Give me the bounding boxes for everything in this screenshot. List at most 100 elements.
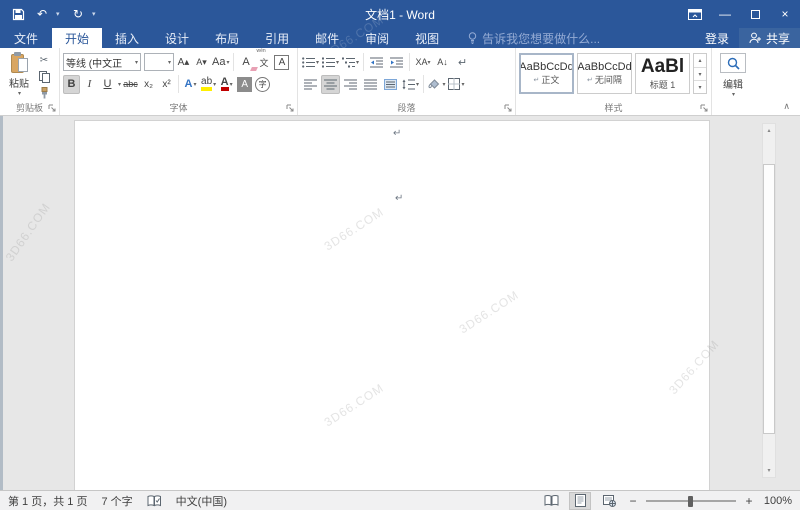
redo-button[interactable]: ↻ <box>68 3 88 25</box>
sort-button[interactable]: A↓ <box>433 53 452 72</box>
tab-insert[interactable]: 插入 <box>102 28 152 48</box>
underline-button[interactable]: U <box>99 75 116 94</box>
align-center-icon <box>324 79 337 90</box>
show-hide-marks-button[interactable]: ↵ <box>453 53 472 72</box>
shrink-font-button[interactable]: A▾ <box>193 53 210 72</box>
align-right-button[interactable] <box>341 75 360 94</box>
font-name-combo[interactable]: 等线 (中文正 ▾ <box>63 53 141 71</box>
word-count[interactable]: 7 个字 <box>101 493 132 509</box>
justify-button[interactable] <box>361 75 380 94</box>
clear-formatting-button[interactable]: A <box>237 53 254 72</box>
tab-file[interactable]: 文件 <box>0 28 52 48</box>
underline-dropdown-icon[interactable]: ▾ <box>118 81 121 88</box>
zoom-level[interactable]: 100% <box>762 495 792 507</box>
scrollbar-thumb[interactable] <box>763 164 775 434</box>
decrease-indent-button[interactable] <box>367 53 386 72</box>
italic-button[interactable]: I <box>81 75 98 94</box>
tab-review[interactable]: 审阅 <box>352 28 402 48</box>
print-layout-icon[interactable] <box>569 492 591 510</box>
align-center-button[interactable] <box>321 75 340 94</box>
character-shading-button[interactable]: A <box>236 75 253 94</box>
clipboard-group: 粘贴 ▾ ✂ 剪贴板 <box>0 48 60 115</box>
change-case-button[interactable]: Aa▾ <box>211 53 230 72</box>
find-button[interactable] <box>720 53 746 73</box>
minimize-button[interactable]: — <box>710 0 740 28</box>
editing-group-button-label[interactable]: 编辑 <box>723 76 743 91</box>
language-indicator[interactable]: 中文(中国) <box>176 493 227 509</box>
share-button[interactable]: 共享 <box>739 28 800 48</box>
bold-button[interactable]: B <box>63 75 80 94</box>
align-left-button[interactable] <box>301 75 320 94</box>
format-painter-icon[interactable] <box>35 85 53 100</box>
character-border-button[interactable]: A <box>273 53 290 72</box>
style-normal[interactable]: AaBbCcDd ↵正文 <box>519 53 574 94</box>
font-dialog-launcher-icon[interactable] <box>286 104 295 113</box>
undo-button[interactable]: ↶ <box>32 3 52 25</box>
style-paragraph-mark: ↵ <box>534 76 540 84</box>
close-button[interactable]: × <box>770 0 800 28</box>
style-heading1[interactable]: AaBl 标题 1 <box>635 53 690 94</box>
paste-button[interactable]: 粘贴 ▾ <box>3 51 35 100</box>
account-area: 登录 共享 <box>695 28 800 48</box>
maximize-button[interactable] <box>740 0 770 28</box>
tab-mailings[interactable]: 邮件 <box>302 28 352 48</box>
style-preview: AaBbCcDd <box>577 61 631 73</box>
tab-home[interactable]: 开始 <box>52 28 102 48</box>
web-layout-icon[interactable] <box>598 492 620 510</box>
phonetic-guide-button[interactable]: wén文 <box>255 53 272 72</box>
style-no-spacing[interactable]: AaBbCcDd ↵无间隔 <box>577 53 632 94</box>
customize-qat-icon[interactable]: ▾ <box>92 10 100 18</box>
shading-button[interactable]: ▾ <box>427 75 446 94</box>
text-effects-button[interactable]: A▾ <box>182 75 199 94</box>
zoom-slider[interactable] <box>646 494 736 508</box>
style-row-down-icon[interactable]: ▾ <box>694 67 706 80</box>
highlight-button[interactable]: ab▾ <box>200 75 217 94</box>
zoom-out-button[interactable]: − <box>627 494 639 508</box>
page-indicator[interactable]: 第 1 页，共 1 页 <box>8 493 87 509</box>
read-mode-icon[interactable] <box>540 492 562 510</box>
paste-label: 粘贴 <box>9 75 29 90</box>
sign-in-button[interactable]: 登录 <box>695 30 739 47</box>
superscript-button[interactable]: x² <box>158 75 175 94</box>
tab-references[interactable]: 引用 <box>252 28 302 48</box>
paragraph-dialog-launcher-icon[interactable] <box>504 104 513 113</box>
save-icon[interactable] <box>8 3 28 25</box>
style-gallery-more-icon[interactable]: ▾ <box>694 80 706 93</box>
tab-layout[interactable]: 布局 <box>202 28 252 48</box>
asian-layout-button[interactable]: X A▾ <box>413 53 432 72</box>
styles-group-label: 样式 <box>516 101 711 114</box>
line-spacing-button[interactable]: ▾ <box>401 75 420 94</box>
font-size-combo[interactable]: ▾ <box>144 53 174 71</box>
style-row-up-icon[interactable]: ▴ <box>694 54 706 67</box>
styles-dialog-launcher-icon[interactable] <box>700 104 709 113</box>
numbering-button[interactable]: ▾ <box>321 53 340 72</box>
copy-icon[interactable] <box>35 69 53 84</box>
subscript-button[interactable]: x₂ <box>140 75 157 94</box>
shading-dropdown-icon: ▾ <box>442 81 445 88</box>
document-page[interactable]: ↵ ↵ <box>74 120 710 490</box>
editing-dropdown-icon[interactable]: ▾ <box>732 91 735 98</box>
cut-icon[interactable]: ✂ <box>35 53 53 68</box>
tab-view[interactable]: 视图 <box>402 28 452 48</box>
ribbon-display-options-icon[interactable] <box>680 0 710 28</box>
tab-design[interactable]: 设计 <box>152 28 202 48</box>
proofing-icon[interactable] <box>147 495 162 507</box>
distribute-button[interactable] <box>381 75 400 94</box>
clipboard-dialog-launcher-icon[interactable] <box>48 104 57 113</box>
increase-indent-button[interactable] <box>387 53 406 72</box>
scroll-down-icon[interactable]: ▾ <box>763 464 775 477</box>
undo-dropdown-icon[interactable]: ▾ <box>56 10 64 18</box>
grow-font-button[interactable]: A▴ <box>175 53 192 72</box>
strikethrough-button[interactable]: abc <box>122 75 139 94</box>
font-color-button[interactable]: A▾ <box>218 75 235 94</box>
enclose-characters-button[interactable]: 字 <box>254 75 271 94</box>
tell-me-box[interactable]: 告诉我您想要做什么... <box>468 28 600 48</box>
zoom-in-button[interactable]: + <box>743 494 755 508</box>
multilevel-list-button[interactable]: ▾ <box>341 53 360 72</box>
collapse-ribbon-icon[interactable]: ∧ <box>783 101 790 112</box>
bullets-button[interactable]: ▾ <box>301 53 320 72</box>
zoom-slider-thumb[interactable] <box>688 496 693 507</box>
borders-button[interactable]: ▾ <box>447 75 466 94</box>
scroll-up-icon[interactable]: ▴ <box>763 124 775 137</box>
vertical-scrollbar[interactable]: ▴ ▾ <box>762 123 776 478</box>
